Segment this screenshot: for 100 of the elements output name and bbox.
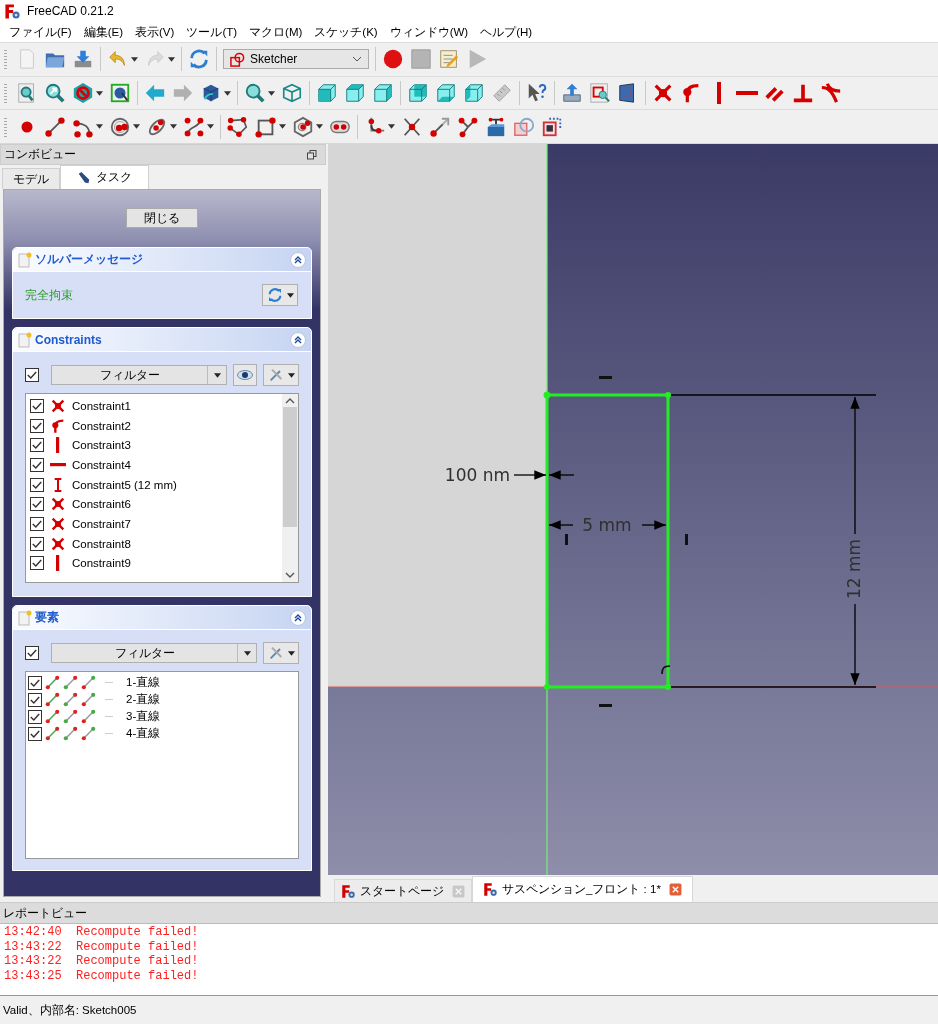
caret-icon — [316, 124, 323, 130]
hexagon-icon — [292, 115, 314, 138]
line-icon[interactable] — [63, 726, 78, 741]
refresh-dropdown[interactable] — [262, 284, 298, 306]
checkbox[interactable] — [28, 709, 42, 724]
tangent-constraint-mark — [661, 665, 671, 675]
close-button[interactable]: 閉じる — [126, 208, 198, 228]
line-icon[interactable] — [81, 675, 96, 690]
checkbox[interactable] — [30, 556, 44, 571]
refresh-icon — [188, 48, 210, 71]
line-icon[interactable] — [81, 692, 96, 707]
constraint-label[interactable]: Constraint2 — [72, 419, 131, 432]
line-icon[interactable] — [45, 709, 60, 724]
document-tab[interactable]: サスペンション_フロント : 1* — [472, 876, 693, 902]
extend-icon — [429, 115, 451, 138]
chevron-up-icon — [293, 612, 303, 623]
checkbox[interactable] — [28, 692, 42, 707]
page-icon — [18, 251, 32, 268]
menu-item[interactable]: マクロ(M) — [243, 24, 309, 40]
filter-dropdown[interactable]: フィルター — [51, 643, 257, 663]
visibility-button[interactable] — [233, 364, 257, 386]
scroll-down-icon[interactable] — [285, 572, 295, 578]
line-icon[interactable] — [45, 675, 60, 690]
checkbox[interactable] — [28, 726, 42, 741]
constraint-label[interactable]: Constraint3 — [72, 439, 131, 452]
arrow-right-icon — [172, 82, 194, 104]
element-label[interactable]: 1-直線 — [126, 675, 161, 690]
dimension-label[interactable]: 100 nm — [444, 465, 510, 485]
checkbox[interactable] — [30, 438, 44, 453]
checkbox[interactable] — [30, 497, 44, 512]
menu-item[interactable]: 表示(V) — [129, 24, 181, 40]
perpendicular-icon — [792, 82, 814, 104]
checkbox[interactable] — [30, 418, 44, 433]
caret-icon — [243, 650, 251, 656]
constraint-label[interactable]: Constraint9 — [72, 557, 131, 570]
filter-dropdown[interactable]: フィルター — [51, 365, 227, 385]
coincident-icon — [50, 535, 66, 552]
menu-item[interactable]: ヘルプ(H) — [474, 24, 539, 40]
line-icon[interactable] — [45, 692, 60, 707]
menu-item[interactable]: スケッチ(K) — [308, 24, 384, 40]
document-tab[interactable]: スタートページ — [334, 879, 472, 902]
sphere-box-icon — [109, 82, 131, 104]
collapse-button[interactable] — [290, 251, 306, 268]
checkbox[interactable] — [25, 646, 39, 660]
menu-item[interactable]: ファイル(F) — [3, 24, 78, 40]
checkbox[interactable] — [30, 398, 44, 413]
constraint-label[interactable]: Constraint7 — [72, 517, 131, 530]
settings-dropdown[interactable] — [263, 642, 299, 664]
restore-icon[interactable] — [307, 149, 317, 160]
sketch-rectangle[interactable] — [543, 391, 671, 690]
scrollbar[interactable] — [282, 394, 298, 582]
record-icon — [382, 48, 404, 71]
page-icon — [18, 609, 32, 626]
element-label[interactable]: 4-直線 — [126, 726, 161, 741]
tab[interactable]: タスク — [60, 165, 149, 189]
constraint-label[interactable]: Constraint5 (12 mm) — [72, 478, 177, 491]
coincident-icon — [652, 82, 674, 104]
constraint-label[interactable]: Constraint8 — [72, 537, 131, 550]
chevron-down-icon — [352, 56, 362, 63]
workbench-dropdown[interactable]: Sketcher — [223, 49, 369, 70]
checkbox[interactable] — [30, 457, 44, 472]
scroll-thumb[interactable] — [283, 407, 297, 527]
sketch-viewport[interactable]: 100 nm 5 mm 12 mm — [328, 144, 938, 875]
element-label[interactable]: 2-直線 — [126, 692, 161, 707]
coincident-icon — [50, 515, 66, 532]
line-icon[interactable] — [81, 726, 96, 741]
caret-icon — [388, 124, 395, 130]
upload-icon — [561, 82, 583, 104]
line-icon[interactable] — [45, 726, 60, 741]
caret-icon — [224, 90, 231, 96]
caret-icon — [207, 124, 214, 130]
constraint-label[interactable]: Constraint1 — [72, 399, 131, 412]
app-logo-icon — [341, 883, 356, 899]
menu-item[interactable]: ウィンドウ(W) — [383, 24, 475, 40]
menu-item[interactable]: 編集(E) — [77, 24, 130, 40]
settings-dropdown[interactable] — [263, 364, 299, 386]
constraint-label[interactable]: Constraint4 — [72, 458, 131, 471]
panel-title: Constraints — [35, 332, 103, 347]
constraint-label[interactable]: Constraint6 — [72, 498, 131, 511]
checkbox[interactable] — [30, 516, 44, 531]
checkbox[interactable] — [30, 536, 44, 551]
line-icon[interactable] — [63, 709, 78, 724]
vertical-constraint-mark — [565, 534, 568, 545]
element-label[interactable]: 3-直線 — [126, 709, 161, 724]
line-icon[interactable] — [63, 692, 78, 707]
tab[interactable]: モデル — [2, 168, 60, 189]
line-icon[interactable] — [63, 675, 78, 690]
checkbox[interactable] — [30, 477, 44, 492]
caret-icon — [213, 372, 221, 378]
checkbox[interactable] — [28, 675, 42, 690]
checkbox[interactable] — [25, 368, 39, 382]
collapse-button[interactable] — [290, 331, 306, 348]
chevron-up-icon — [293, 334, 303, 345]
point-on-curve-icon — [50, 417, 66, 434]
line-icon[interactable] — [81, 709, 96, 724]
close-icon[interactable] — [668, 883, 682, 896]
vertical-bar-icon — [716, 82, 722, 104]
collapse-button[interactable] — [290, 609, 306, 626]
scroll-up-icon[interactable] — [285, 398, 295, 404]
menu-item[interactable]: ツール(T) — [180, 24, 244, 40]
